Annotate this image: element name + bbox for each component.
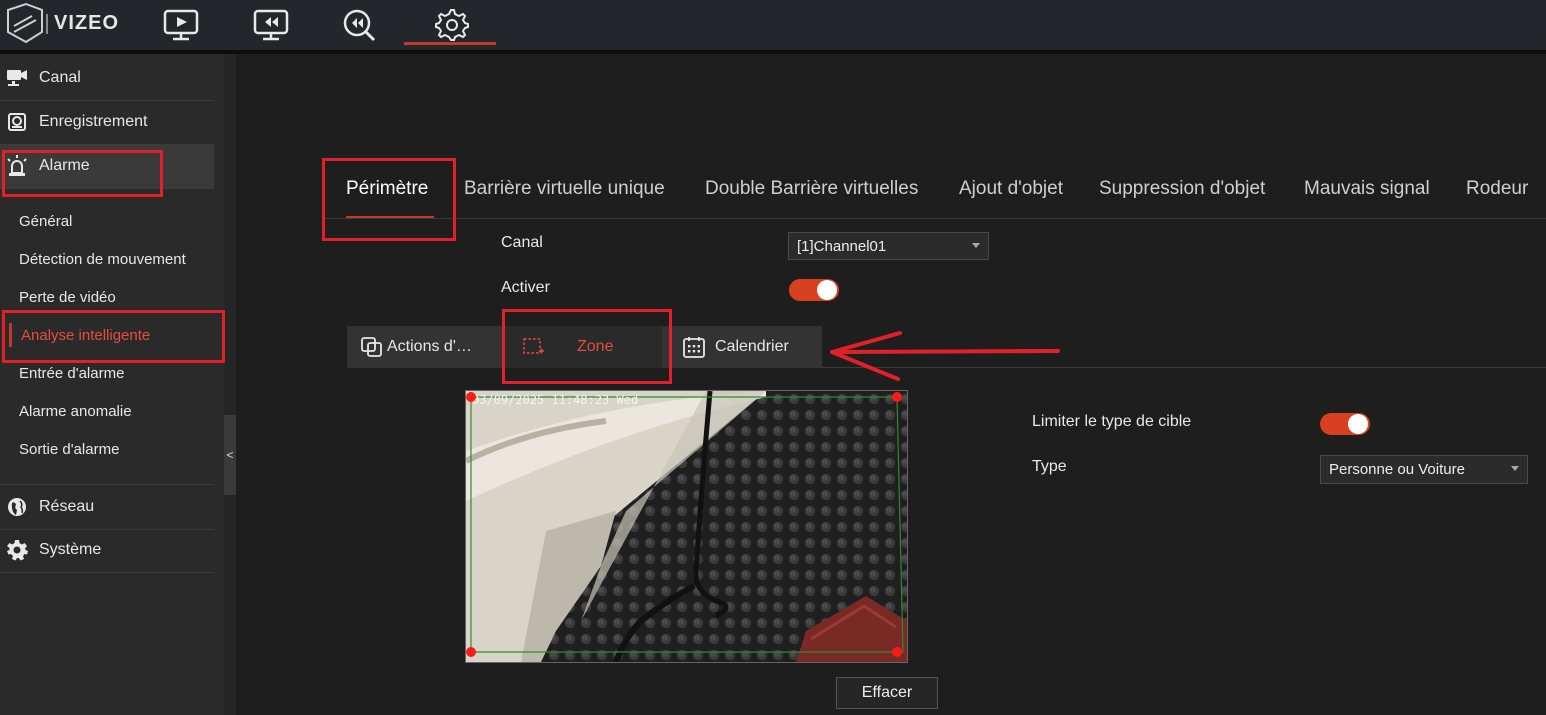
camera-preview[interactable]: 03/09/2025 11:48:23 Wed [465,390,908,663]
zone-corner-handle[interactable] [892,392,902,402]
channel-select-value: [1]Channel01 [797,237,887,255]
camera-icon [6,67,28,89]
sidebar-subitem-video-loss[interactable]: Perte de vidéo [0,278,214,316]
vizeo-logo: VIZEO [2,2,118,46]
tab-object-added[interactable]: Ajout d'objet [959,178,1063,200]
subtab-zone[interactable]: Zone [505,326,662,368]
tab-perimetre[interactable]: Périmètre [346,178,428,200]
playback-icon[interactable] [251,6,291,44]
type-label: Type [1032,458,1067,475]
collapse-sidebar-button[interactable]: < [224,415,236,495]
tab-loitering[interactable]: Rodeur [1466,178,1528,200]
active-nav-underline [404,42,496,45]
limit-target-type-toggle[interactable] [1320,413,1370,435]
copy-icon [361,337,385,357]
sidebar-item-label: Système [39,541,102,558]
camera-scene [466,391,907,662]
subtab-calendar[interactable]: Calendrier [662,326,822,368]
tab-bad-signal[interactable]: Mauvais signal [1304,178,1430,200]
sidebar-item-alarme[interactable]: Alarme [0,144,214,189]
sidebar-subitem-label: Entrée d'alarme [19,364,125,382]
sidebar-subitem-general[interactable]: Général [0,202,214,240]
sidebar-item-label: Réseau [39,498,95,515]
toggle-knob [817,280,837,300]
chevron-down-icon [972,243,980,248]
clear-button[interactable]: Effacer [836,677,938,709]
sidebar-item-reseau[interactable]: Réseau [0,484,214,530]
chevron-left-icon: < [226,448,234,462]
sidebar-subitem-label: Analyse intelligente [21,326,151,344]
zone-corner-handle[interactable] [466,392,476,402]
subtab-label: Zone [577,338,614,355]
sidebar-item-label: Alarme [39,157,90,174]
recorder-icon [6,111,28,133]
sidebar-subitem-smart-analysis[interactable]: Analyse intelligente [0,316,214,354]
sidebar-gutter [224,54,236,715]
tab-divider [322,218,1546,219]
channel-select[interactable]: [1]Channel01 [788,232,989,260]
top-bar: VIZEO [0,0,1546,54]
subtab-label: Actions d'… [387,338,472,355]
subtab-label: Calendrier [715,338,789,355]
zone-corner-handle[interactable] [466,647,476,657]
live-view-icon[interactable] [161,6,201,44]
tab-object-removed[interactable]: Suppression d'objet [1099,178,1265,200]
sidebar-item-enregistrement[interactable]: Enregistrement [0,100,214,145]
sidebar-subitem-motion-detection[interactable]: Détection de mouvement [0,240,214,278]
sidebar-subitem-anomaly-alarm[interactable]: Alarme anomalie [0,392,214,430]
gear-icon [6,539,28,561]
enable-label: Activer [501,279,550,296]
alarm-light-icon [6,155,28,177]
channel-label: Canal [501,234,543,251]
globe-icon [6,496,28,518]
sidebar-subitem-label: Général [19,212,73,230]
sidebar-item-canal[interactable]: Canal [0,56,214,101]
chevron-down-icon [1511,466,1519,471]
sidebar-subitem-label: Alarme anomalie [19,402,132,420]
search-playback-icon[interactable] [339,6,379,44]
sidebar-item-systeme[interactable]: Système [0,528,214,573]
sidebar-subitem-label: Détection de mouvement [19,250,186,268]
tab-double-virtual-barrier[interactable]: Double Barrière virtuelles [705,178,918,200]
target-type-select-value: Personne ou Voiture [1329,461,1465,478]
toggle-knob [1348,414,1368,434]
sidebar-subitem-label: Perte de vidéo [19,288,116,306]
target-type-select[interactable]: Personne ou Voiture [1320,455,1528,484]
sidebar-subitem-label: Sortie d'alarme [19,440,120,458]
enable-toggle[interactable] [789,279,839,301]
sidebar-item-label: Enregistrement [39,113,148,130]
sidebar-subitem-alarm-output[interactable]: Sortie d'alarme [0,430,214,468]
tab-single-virtual-barrier[interactable]: Barrière virtuelle unique [464,178,665,200]
zone-corner-handle[interactable] [892,647,902,657]
subtab-actions[interactable]: Actions d'… [347,326,502,368]
sidebar-subitem-alarm-input[interactable]: Entrée d'alarme [0,354,214,392]
calendar-icon [682,336,706,358]
settings-gear-icon[interactable] [431,6,471,44]
zone-select-icon [523,337,545,357]
annotation-arrow-icon [830,331,1060,381]
limit-target-type-label: Limiter le type de cible [1032,413,1192,430]
timestamp-overlay: 03/09/2025 11:48:23 Wed [472,393,639,407]
sidebar-item-label: Canal [39,69,81,86]
logo-wordmark: VIZEO [54,12,120,34]
